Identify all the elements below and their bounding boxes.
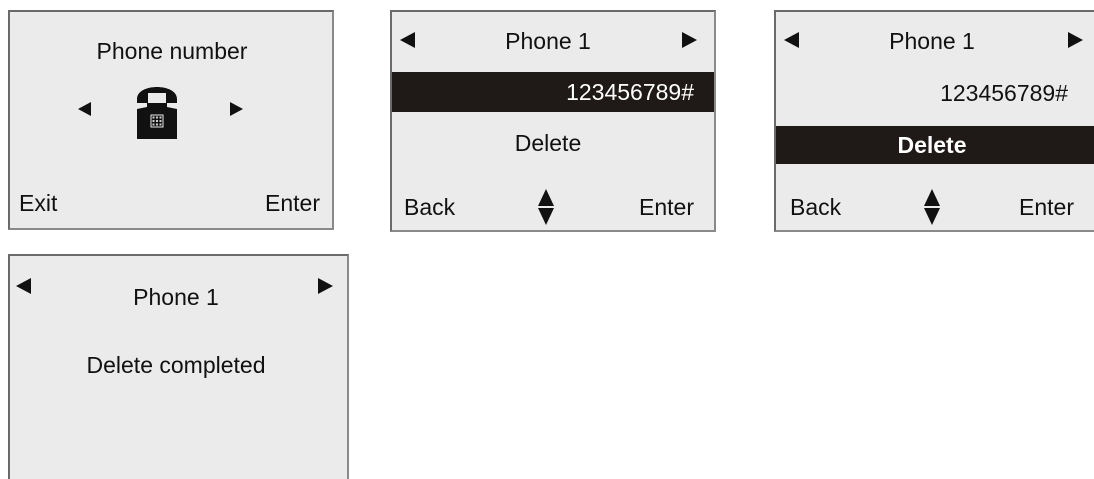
enter-softkey[interactable]: Enter [639, 194, 694, 220]
right-arrow-icon[interactable] [682, 32, 697, 48]
lcd-screens-figure: Phone number Exit Enter Phone 1 12345678… [0, 0, 1094, 479]
enter-softkey[interactable]: Enter [1019, 194, 1074, 220]
up-down-arrow-icon[interactable] [538, 189, 554, 225]
left-arrow-icon[interactable] [16, 278, 31, 294]
selection-bar[interactable]: 123456789# [392, 72, 714, 112]
back-softkey[interactable]: Back [404, 194, 455, 220]
screen-phone-1-number-selected: Phone 1 123456789# Delete Back Enter [390, 10, 716, 232]
selection-bar[interactable]: Delete [776, 126, 1094, 164]
up-down-arrow-icon[interactable] [924, 189, 940, 225]
exit-softkey[interactable]: Exit [19, 190, 57, 216]
screen-phone-number-menu: Phone number Exit Enter [8, 10, 334, 230]
screen-title: Phone 1 [889, 28, 975, 54]
screen-title: Phone number [96, 38, 248, 64]
left-arrow-icon[interactable] [784, 32, 799, 48]
phone-number-value: 123456789# [566, 79, 694, 105]
right-arrow-icon[interactable] [1068, 32, 1083, 48]
screen-phone-1-delete-selected: Phone 1 123456789# Delete Back Enter [774, 10, 1094, 232]
screen-delete-completed: Phone 1 Delete completed [8, 254, 349, 479]
phone-number-value: 123456789# [940, 80, 1068, 106]
status-message: Delete completed [86, 352, 266, 378]
left-arrow-icon[interactable] [78, 102, 91, 116]
left-arrow-icon[interactable] [400, 32, 415, 48]
enter-softkey[interactable]: Enter [265, 190, 320, 216]
telephone-icon [137, 87, 177, 139]
right-arrow-icon[interactable] [230, 102, 243, 116]
screen-title: Phone 1 [133, 284, 219, 310]
screen-title: Phone 1 [505, 28, 591, 54]
delete-option[interactable]: Delete [515, 130, 581, 156]
back-softkey[interactable]: Back [790, 194, 841, 220]
right-arrow-icon[interactable] [318, 278, 333, 294]
delete-option: Delete [897, 132, 967, 158]
